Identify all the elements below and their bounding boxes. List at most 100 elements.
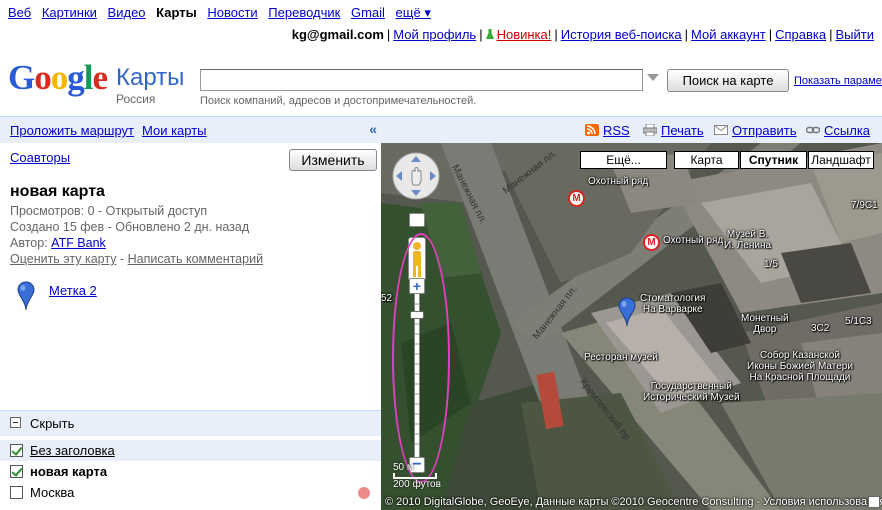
poi-label[interactable]: Охотный ряд — [588, 176, 648, 187]
link-item[interactable]: Ссылка — [806, 123, 870, 138]
send-link[interactable]: Отправить — [732, 123, 796, 138]
actions-separator: - — [119, 252, 125, 266]
coauthors-link[interactable]: Соавторы — [10, 150, 70, 165]
overview-map-toggle-icon[interactable] — [868, 496, 880, 508]
zoom-reset-button[interactable] — [409, 213, 425, 227]
poi-label[interactable]: Стоматология На Варварке — [640, 293, 705, 315]
layer-checkbox[interactable] — [10, 444, 23, 457]
send-item[interactable]: Отправить — [714, 123, 796, 138]
rss-link[interactable]: RSS — [603, 123, 630, 138]
building-number-label: 52 — [381, 293, 393, 304]
author-label: Автор: — [10, 236, 48, 250]
map-view[interactable]: Ещё... Карта Спутник Ландшафт + − М М Ох… — [381, 143, 882, 510]
rss-item[interactable]: RSS — [585, 123, 630, 138]
metro-station-icon[interactable]: М — [568, 190, 585, 207]
google-maps-logo[interactable]: Google Карты Россия — [8, 58, 198, 106]
layer-label: новая карта — [30, 464, 108, 479]
highlight-annotation — [392, 233, 450, 483]
my-account-link[interactable]: Мой аккаунт — [691, 27, 766, 42]
account-bar: kg@gmail.com | Мой профиль | Новинка! | Истори… — [291, 27, 875, 42]
left-panel-toolbar: Проложить маршрут Мои карты « — [0, 116, 381, 143]
printer-icon — [643, 124, 657, 136]
poi-label[interactable]: Охотный ряд — [663, 235, 723, 246]
print-link[interactable]: Печать — [661, 123, 704, 138]
print-item[interactable]: Печать — [643, 123, 704, 138]
author-link[interactable]: ATF Bank — [51, 236, 106, 250]
building-number-label: 7/9С1 — [851, 200, 878, 211]
layer-label[interactable]: Без заголовка — [30, 443, 115, 458]
layer-checkbox[interactable] — [10, 465, 23, 478]
map-author: Автор: ATF Bank — [10, 236, 106, 250]
new-feature-link[interactable]: Новинка! — [497, 27, 552, 42]
nav-more[interactable]: ещё ▾ — [396, 5, 431, 20]
building-number-label: 3С2 — [811, 323, 830, 334]
product-name: Карты — [116, 64, 185, 91]
scale-imperial: 200 футов — [393, 479, 441, 490]
poi-label[interactable]: Государственный Исторический Музей — [643, 381, 740, 403]
user-email: kg@gmail.com — [291, 27, 384, 42]
layer-item[interactable]: новая карта — [0, 461, 381, 482]
sign-out-link[interactable]: Выйти — [836, 27, 875, 42]
layers-header[interactable]: Скрыть — [0, 410, 381, 436]
map-type-map-button[interactable]: Карта — [674, 151, 739, 169]
map-placemark-icon[interactable] — [617, 297, 637, 327]
map-details-panel: Соавторы Изменить новая карта Просмотров… — [0, 143, 381, 408]
chain-link-icon — [806, 126, 820, 134]
nav-maps[interactable]: Карты — [156, 5, 197, 20]
nav-translate[interactable]: Переводчик — [268, 5, 340, 20]
google-wordmark: Google — [8, 58, 108, 97]
pan-control[interactable] — [391, 151, 441, 201]
collapse-layers-icon[interactable] — [10, 417, 21, 428]
metro-station-icon[interactable]: М — [643, 234, 660, 251]
nav-web[interactable]: Веб — [8, 5, 31, 20]
envelope-icon — [714, 125, 728, 135]
building-number-label: 1/5 — [764, 259, 778, 270]
map-type-satellite-button[interactable]: Спутник — [740, 151, 807, 169]
layer-label: Москва — [30, 485, 75, 500]
layer-item[interactable]: Москва — [0, 482, 381, 503]
web-history-link[interactable]: История веб-поиска — [561, 27, 682, 42]
poi-label[interactable]: Музей В. И. Ленина — [724, 229, 771, 251]
search-hint: Поиск компаний, адресов и достопримечате… — [200, 95, 477, 107]
map-copyright: © 2010 DigitalGlobe, GeoEye, Данные карт… — [385, 496, 882, 508]
rate-map-link[interactable]: Оценить эту карту — [10, 252, 116, 266]
scale-metric: 50 м — [393, 462, 414, 473]
link-link[interactable]: Ссылка — [824, 123, 870, 138]
placemark-link[interactable]: Метка 2 — [49, 283, 97, 298]
nav-images[interactable]: Картинки — [42, 5, 97, 20]
region-name: Россия — [116, 92, 156, 106]
map-actions: Оценить эту карту - Написать комментарий — [10, 252, 263, 266]
nav-gmail[interactable]: Gmail — [351, 5, 385, 20]
top-navigation: Веб Картинки Видео Карты Новости Перевод… — [0, 0, 882, 24]
edit-button[interactable]: Изменить — [289, 149, 377, 171]
hide-layers-label: Скрыть — [30, 416, 75, 431]
map-toolbar: RSS Печать Отправить Ссылка — [381, 116, 882, 143]
map-search-input[interactable] — [200, 69, 643, 91]
labs-flask-icon — [485, 29, 494, 39]
nav-news[interactable]: Новости — [207, 5, 257, 20]
my-profile-link[interactable]: Мой профиль — [393, 27, 476, 42]
map-scale: 50 м 200 футов — [393, 462, 441, 490]
map-title: новая карта — [10, 183, 105, 200]
blue-placemark-icon[interactable] — [16, 281, 36, 311]
map-views: Просмотров: 0 - Открытый доступ — [10, 204, 208, 218]
nav-video[interactable]: Видео — [108, 5, 146, 20]
loading-indicator-icon — [358, 487, 370, 499]
map-type-terrain-button[interactable]: Ландшафт — [808, 151, 874, 169]
poi-label[interactable]: Собор Казанской Иконы Божией Матери На К… — [747, 350, 853, 383]
building-number-label: 5/1С3 — [845, 316, 872, 327]
poi-label[interactable]: Ресторан музей — [584, 352, 658, 363]
my-maps-link[interactable]: Мои карты — [142, 123, 207, 138]
more-layers-button[interactable]: Ещё... — [580, 151, 667, 169]
show-search-options-link[interactable]: Показать параметры — [794, 75, 882, 87]
collapse-panel-icon[interactable]: « — [369, 121, 377, 137]
help-link[interactable]: Справка — [775, 27, 826, 42]
layer-checkbox[interactable] — [10, 486, 23, 499]
search-dropdown-icon[interactable] — [647, 74, 659, 81]
directions-link[interactable]: Проложить маршрут — [10, 123, 134, 138]
layer-item[interactable]: Без заголовка — [0, 440, 381, 461]
rss-icon — [585, 124, 599, 136]
poi-label[interactable]: Монетный Двор — [741, 313, 789, 335]
search-map-button[interactable]: Поиск на карте — [667, 69, 789, 92]
write-comment-link[interactable]: Написать комментарий — [128, 252, 263, 266]
